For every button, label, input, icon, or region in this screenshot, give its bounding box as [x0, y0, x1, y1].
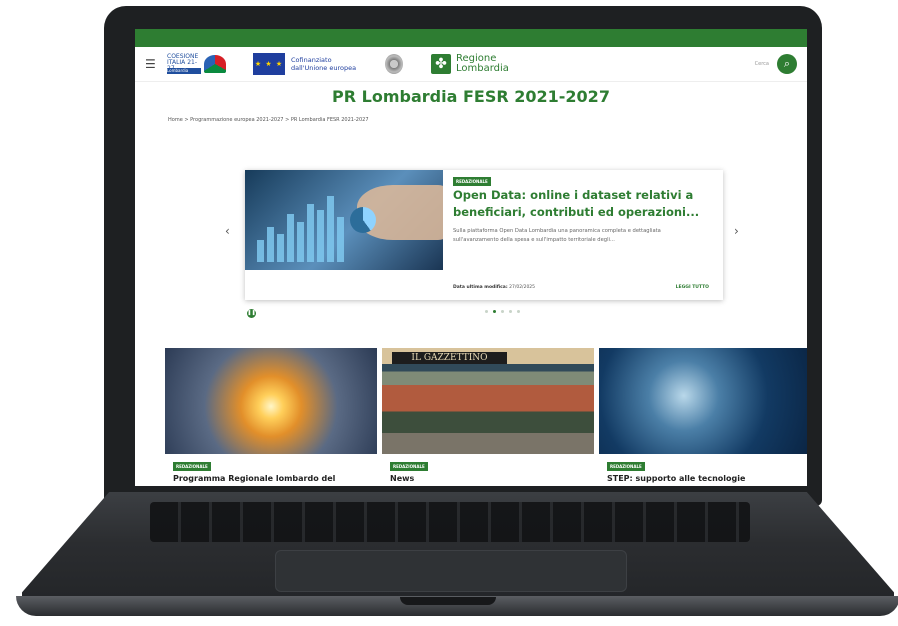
- breadcrumb[interactable]: Home > Programmazione europea 2021-2027 …: [168, 117, 807, 125]
- slide-date: Data ultima modifica: 27/02/2025: [453, 285, 535, 290]
- slide-title[interactable]: Open Data: online i dataset relativi a b…: [453, 187, 713, 221]
- search-button[interactable]: ⌕: [777, 54, 797, 74]
- slide-image-data-charts: [245, 170, 443, 270]
- card-image-robot-arm: [599, 348, 807, 454]
- carousel-pause-button[interactable]: ❚❚: [247, 309, 256, 318]
- slide-date-label: Data ultima modifica:: [453, 285, 508, 290]
- pie-chart-illustration: [350, 207, 376, 233]
- carousel-dots: [485, 310, 520, 313]
- card-badge: REDAZIONALE: [390, 462, 428, 471]
- card-image-light-city: [165, 348, 377, 454]
- site-top-bar: [135, 29, 807, 47]
- carousel-dot[interactable]: [517, 310, 520, 313]
- site-header: ☰ COESIONE ITALIA 21-27 Lombardia ★ ★ ★ …: [135, 47, 807, 82]
- card-badge: REDAZIONALE: [607, 462, 645, 471]
- carousel-dot[interactable]: [485, 310, 488, 313]
- featured-carousel: REDAZIONALE Open Data: online i dataset …: [245, 170, 723, 300]
- carousel-dot[interactable]: [501, 310, 504, 313]
- regione-lombardia-logo[interactable]: ✤ Regione Lombardia: [431, 54, 509, 74]
- laptop-notch: [400, 597, 496, 605]
- slide-description: Sulla piattaforma Open Data Lombardia un…: [453, 228, 661, 243]
- card-title[interactable]: News: [390, 474, 414, 483]
- regione-lombardia-name: Regione Lombardia: [456, 53, 509, 74]
- news-card[interactable]: IL GAZZETTINO REDAZIONALE News: [382, 348, 594, 486]
- card-title[interactable]: STEP: supporto alle tecnologie: [607, 474, 745, 483]
- news-card[interactable]: REDAZIONALE STEP: supporto alle tecnolog…: [599, 348, 807, 486]
- pause-icon: ❚❚: [247, 310, 256, 316]
- newsstand-sign: IL GAZZETTINO: [392, 352, 507, 364]
- regione-lombardia-rose-icon: ✤: [431, 54, 451, 74]
- coesione-italia-logo[interactable]: COESIONE ITALIA 21-27 Lombardia: [167, 53, 227, 75]
- laptop-keyboard: [150, 502, 750, 542]
- carousel-prev-arrow[interactable]: ‹: [225, 224, 230, 238]
- coesione-logo-bar: Lombardia: [167, 68, 201, 74]
- eu-logo-text: Cofinanziato dall'Unione europea: [291, 56, 357, 72]
- card-title[interactable]: Programma Regionale lombardo del: [173, 474, 335, 483]
- coesione-arc-icon: [204, 55, 226, 73]
- card-badge: REDAZIONALE: [173, 462, 211, 471]
- card-image-newsstand: IL GAZZETTINO: [382, 348, 594, 454]
- carousel-next-arrow[interactable]: ›: [734, 224, 739, 238]
- laptop-trackpad: [275, 550, 627, 592]
- search-label[interactable]: Cerca: [755, 61, 769, 67]
- slide-badge: REDAZIONALE: [453, 177, 491, 186]
- page-title: PR Lombardia FESR 2021-2027: [332, 87, 610, 106]
- news-cards: REDAZIONALE Programma Regionale lombardo…: [165, 348, 807, 486]
- search-icon: ⌕: [783, 57, 791, 70]
- news-card[interactable]: REDAZIONALE Programma Regionale lombardo…: [165, 348, 377, 486]
- eu-flag-icon: ★ ★ ★: [253, 53, 285, 75]
- read-more-link[interactable]: LEGGI TUTTO: [676, 285, 709, 290]
- search-area: Cerca ⌕: [755, 54, 797, 74]
- laptop-screen: ☰ COESIONE ITALIA 21-27 Lombardia ★ ★ ★ …: [135, 29, 807, 486]
- italian-republic-emblem-icon[interactable]: [385, 54, 403, 74]
- carousel-dot[interactable]: [493, 310, 496, 313]
- eu-cofinanced-logo[interactable]: ★ ★ ★ Cofinanziato dall'Unione europea: [253, 53, 371, 75]
- carousel-dot[interactable]: [509, 310, 512, 313]
- hamburger-menu-icon[interactable]: ☰: [145, 57, 159, 71]
- slide-date-value: 27/02/2025: [509, 285, 536, 290]
